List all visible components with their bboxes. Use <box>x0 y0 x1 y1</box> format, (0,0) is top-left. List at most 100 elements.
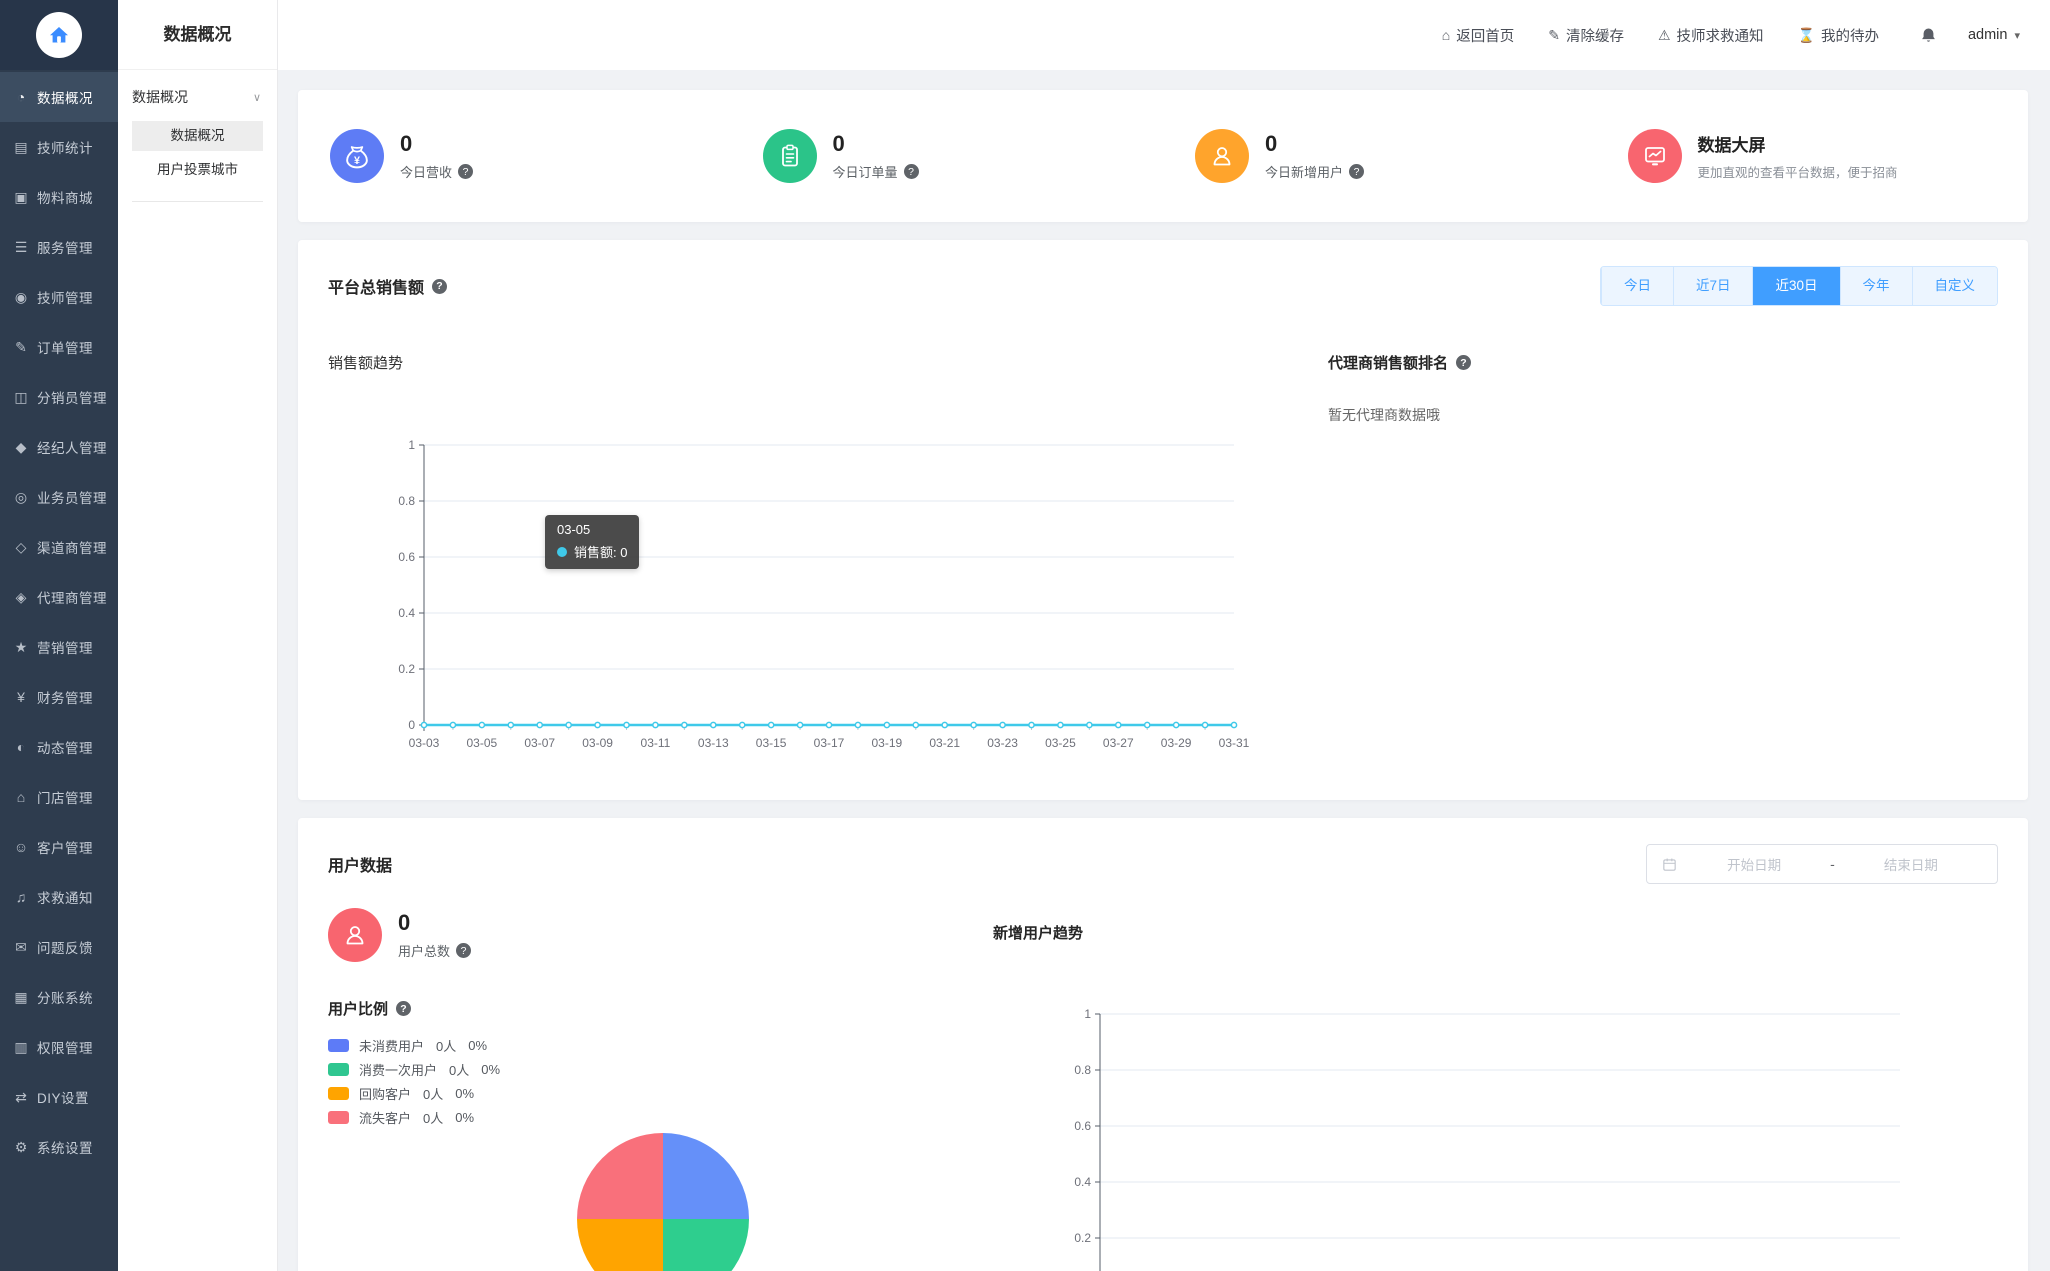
help-icon[interactable] <box>456 943 472 958</box>
sidebar-item[interactable]: ◆ 经纪人管理 <box>0 422 118 472</box>
sidebar-item[interactable]: ⚙ 系统设置 <box>0 1122 118 1172</box>
sidebar-item[interactable]: ◔ 数据概况 <box>0 72 118 122</box>
svg-text:0.8: 0.8 <box>1074 1063 1091 1077</box>
help-icon[interactable] <box>903 164 919 179</box>
sidebar-item-label: 门店管理 <box>37 791 93 806</box>
help-icon[interactable] <box>432 278 448 294</box>
user-total-value: 0 <box>398 910 411 935</box>
help-icon[interactable] <box>458 164 474 179</box>
sidebar-item[interactable]: ¥ 财务管理 <box>0 672 118 722</box>
svg-text:03-31: 03-31 <box>1219 736 1250 750</box>
pie-slice <box>663 1219 749 1271</box>
sidebar-item[interactable]: ◉ 技师管理 <box>0 272 118 322</box>
user-menu[interactable]: admin ▾ <box>1968 27 2020 43</box>
legend-item[interactable]: 回购客户 0人 0% <box>328 1081 948 1105</box>
svg-text:03-29: 03-29 <box>1161 736 1192 750</box>
stat-today-orders: 0 今日订单量 <box>731 129 1164 183</box>
store-icon: ⌂ <box>16 789 26 805</box>
sidebar-item[interactable]: ⌂ 门店管理 <box>0 772 118 822</box>
sidebar-item-label: 经纪人管理 <box>37 441 107 456</box>
header-link-label: 返回首页 <box>1456 28 1515 45</box>
submenu-list: 数据概况 用户投票城市 <box>118 121 277 185</box>
help-icon[interactable] <box>396 1001 412 1016</box>
sidebar-item[interactable]: ▦ 分账系统 <box>0 972 118 1022</box>
stat-label: 今日营收 <box>400 165 453 180</box>
user-total-icon <box>328 908 382 962</box>
sidebar-item[interactable]: ✉ 问题反馈 <box>0 922 118 972</box>
sidebar-item-label: 营销管理 <box>37 641 93 656</box>
help-icon[interactable] <box>1349 164 1365 179</box>
notification-bell-icon[interactable] <box>1919 26 1938 45</box>
range-tab[interactable]: 近30日 <box>1752 267 1840 305</box>
sidebar-item[interactable]: ◫ 分销员管理 <box>0 372 118 422</box>
submenu-item[interactable]: 数据概况 <box>132 121 263 151</box>
sidebar-item[interactable]: ★ 营销管理 <box>0 622 118 672</box>
caret-down-icon: ▾ <box>2014 29 2020 42</box>
sidebar-item[interactable]: ☰ 服务管理 <box>0 222 118 272</box>
svg-text:1: 1 <box>1084 1007 1091 1021</box>
header-link-label: 我的待办 <box>1820 28 1879 45</box>
sidebar-item-label: 动态管理 <box>37 741 93 756</box>
stat-value: 0 <box>1265 131 1278 156</box>
primary-sidebar: ◔ 数据概况 ▤ 技师统计 ▣ 物料商城 ☰ 服务管理 ◉ 技师管理 ✎ 订单管… <box>0 0 118 1271</box>
sidebar-item-label: 客户管理 <box>37 841 93 856</box>
bell-icon: ♫ <box>15 889 27 905</box>
sidebar-item[interactable]: ▥ 权限管理 <box>0 1022 118 1072</box>
secondary-sidebar: 数据概况 数据概况 ∨ 数据概况 用户投票城市 <box>118 0 278 1271</box>
sidebar-item[interactable]: ◈ 代理商管理 <box>0 572 118 622</box>
sidebar-item[interactable]: ◎ 业务员管理 <box>0 472 118 522</box>
legend-item[interactable]: 未消费用户 0人 0% <box>328 1033 948 1057</box>
users-card: 用户数据 开始日期 - 结束日期 0 用户总数 ? 用户比例 ? 未消费用户 0… <box>298 818 2028 1271</box>
header-link[interactable]: ⌛ 我的待办 <box>1798 25 1879 46</box>
date-range-picker[interactable]: 开始日期 - 结束日期 <box>1646 844 1998 884</box>
user-total-label: 用户总数 <box>398 944 451 959</box>
header-link[interactable]: ✎ 清除缓存 <box>1548 25 1624 46</box>
svg-text:03-13: 03-13 <box>698 736 729 750</box>
start-date-input[interactable]: 开始日期 <box>1682 854 1826 874</box>
header-link[interactable]: ⌂ 返回首页 <box>1442 25 1514 46</box>
stat-label: 今日订单量 <box>832 165 898 180</box>
sidebar-item[interactable]: ▤ 技师统计 <box>0 122 118 172</box>
legend-percent: 0% <box>481 1061 501 1077</box>
svg-text:0.4: 0.4 <box>1074 1175 1091 1189</box>
stat-today-revenue: ¥ 0 今日营收 <box>298 129 731 183</box>
news-compass-icon: ◐ <box>16 739 26 755</box>
submenu-group[interactable]: 数据概况 ∨ <box>118 70 277 117</box>
sidebar-item[interactable]: ▣ 物料商城 <box>0 172 118 222</box>
sidebar-item-label: 技师管理 <box>37 291 93 306</box>
app-logo[interactable] <box>0 0 118 70</box>
agent-icon: ◈ <box>15 588 27 605</box>
pie-legend: 未消费用户 0人 0% 消费一次用户 0人 0% 回购客户 0人 0% 流失客户… <box>328 1033 948 1129</box>
range-tab[interactable]: 今日 <box>1600 267 1673 305</box>
data-big-screen-link[interactable]: 数据大屏 更加直观的查看平台数据，便于招商 <box>1596 129 2029 183</box>
legend-percent: 0% <box>455 1085 475 1101</box>
header-link[interactable]: ⚠ 技师求救通知 <box>1658 25 1764 46</box>
sidebar-item[interactable]: ☺ 客户管理 <box>0 822 118 872</box>
sidebar-item-label: 问题反馈 <box>37 941 93 956</box>
end-date-input[interactable]: 结束日期 <box>1839 854 1983 874</box>
submenu-item[interactable]: 用户投票城市 <box>132 155 263 185</box>
finance-icon: ¥ <box>17 689 25 705</box>
sidebar-item[interactable]: ⇄ DIY设置 <box>0 1072 118 1122</box>
range-tab[interactable]: 自定义 <box>1911 267 1997 305</box>
sidebar-item[interactable]: ♫ 求救通知 <box>0 872 118 922</box>
legend-item[interactable]: 消费一次用户 0人 0% <box>328 1057 948 1081</box>
legend-item[interactable]: 流失客户 0人 0% <box>328 1105 948 1129</box>
svg-text:0.6: 0.6 <box>1074 1119 1091 1133</box>
pie-slice <box>577 1219 663 1271</box>
svg-text:0: 0 <box>408 718 415 732</box>
sidebar-item-label: 代理商管理 <box>37 591 107 606</box>
range-tab[interactable]: 今年 <box>1839 267 1912 305</box>
distributor-org-icon: ◫ <box>14 388 28 405</box>
help-icon[interactable] <box>1456 355 1472 370</box>
legend-count: 0人 <box>423 1086 444 1102</box>
range-tab[interactable]: 近7日 <box>1672 267 1753 305</box>
broker-icon: ◆ <box>15 438 27 455</box>
sidebar-item[interactable]: ✎ 订单管理 <box>0 322 118 372</box>
sidebar-item[interactable]: ◇ 渠道商管理 <box>0 522 118 572</box>
sidebar-item[interactable]: ◐ 动态管理 <box>0 722 118 772</box>
date-separator: - <box>1830 856 1835 872</box>
new-user-line-chart: 0.2 0.4 0.6 0.8 1 <box>1074 1007 1900 1271</box>
hourglass-icon: ⌛ <box>1797 26 1815 43</box>
service-list-icon: ☰ <box>14 238 28 255</box>
